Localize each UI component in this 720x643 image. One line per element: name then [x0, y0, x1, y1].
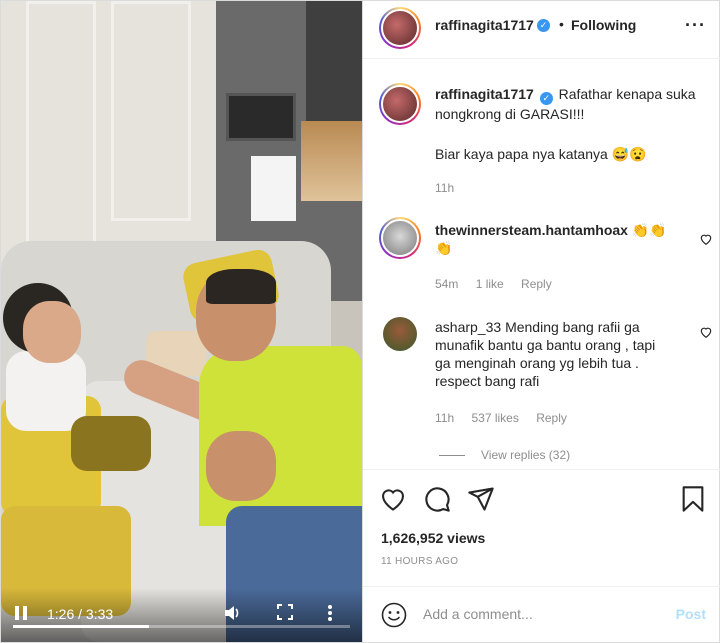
comment-line-4: respect bang rafi — [435, 373, 540, 389]
video-player[interactable]: 1:26 / 3:33 — [1, 1, 362, 642]
comment-input[interactable] — [423, 599, 653, 629]
author-avatar[interactable] — [379, 7, 421, 49]
emoji-icon[interactable] — [381, 602, 407, 628]
separator-dot: • — [559, 16, 564, 32]
comment-text: asharp_33 Mending bang rafii ga munafik … — [435, 318, 655, 390]
author-username[interactable]: raffinagita1717 — [435, 17, 534, 33]
post-comment-button[interactable]: Post — [676, 606, 706, 622]
view-replies-line — [439, 455, 465, 457]
more-options-icon[interactable]: ··· — [685, 15, 706, 36]
caption-text: raffinagita1717 ✓ Rafathar kenapa suka n… — [435, 85, 696, 123]
video-time: 1:26 / 3:33 — [47, 606, 114, 622]
heart-icon[interactable] — [379, 485, 407, 513]
reply-button[interactable]: Reply — [536, 411, 567, 425]
video-controls: 1:26 / 3:33 — [1, 588, 362, 642]
bookmark-icon[interactable] — [679, 485, 707, 513]
verified-badge-icon: ✓ — [537, 19, 550, 32]
comment-likes[interactable]: 537 likes — [471, 411, 518, 425]
view-replies-button[interactable]: View replies (32) — [439, 448, 570, 462]
video-progress-fill — [13, 625, 150, 628]
verified-badge-icon: ✓ — [539, 92, 553, 105]
comment-meta: 11h 537 likes Reply — [435, 411, 581, 425]
post-timestamp[interactable]: 11 HOURS AGO — [381, 556, 458, 567]
comment-avatar[interactable] — [383, 317, 417, 351]
caption-emoji: 😅😧 — [611, 146, 647, 162]
comment-line-1: Mending bang rafii ga — [505, 319, 640, 335]
caption-time: 11h — [435, 181, 455, 195]
comments-section: raffinagita1717 ✓ Rafathar kenapa suka n… — [363, 59, 720, 469]
comment-emoji: 👏👏 — [631, 222, 667, 238]
like-comment-heart-icon[interactable] — [699, 325, 713, 339]
video-progress-bar[interactable] — [13, 625, 350, 628]
post-header: raffinagita1717 ✓ • Following ··· — [363, 1, 720, 59]
comment-username[interactable]: asharp_33 — [435, 319, 501, 335]
caption-avatar[interactable] — [379, 83, 421, 125]
comment-emoji-2: 👏 — [435, 240, 453, 256]
view-count[interactable]: 1,626,952 views — [381, 530, 485, 546]
more-vertical-icon[interactable] — [327, 604, 333, 622]
volume-icon[interactable] — [223, 604, 241, 622]
following-button[interactable]: Following — [571, 17, 636, 33]
comment-time: 54m — [435, 277, 459, 291]
view-replies-label: View replies (32) — [481, 448, 571, 462]
comment-avatar[interactable] — [379, 217, 421, 259]
fullscreen-icon[interactable] — [277, 604, 293, 620]
comment-meta: 54m 1 like Reply — [435, 277, 566, 291]
pause-icon[interactable] — [15, 606, 27, 620]
comment-time: 11h — [435, 411, 455, 425]
caption-username[interactable]: raffinagita1717 — [435, 86, 534, 102]
add-comment-bar: Post — [363, 586, 720, 642]
caption-line-2: nongkrong di GARASI!!! — [435, 106, 585, 122]
caption-line-1: Rafathar kenapa suka — [558, 86, 696, 102]
share-icon[interactable] — [467, 485, 495, 513]
post-side-panel: raffinagita1717 ✓ • Following ··· raffin… — [362, 1, 720, 642]
caption-line-3: Biar kaya papa nya katanya 😅😧 — [435, 145, 647, 163]
caption-line-3-text: Biar kaya papa nya katanya — [435, 146, 608, 162]
post-actions: 1,626,952 views 11 HOURS AGO — [363, 469, 720, 579]
comment-line-2: munafik bantu ga bantu orang , tapi — [435, 337, 656, 353]
comment-icon[interactable] — [423, 485, 451, 513]
comment-line-3: ga menginah orang yg lebih tua . — [435, 355, 639, 371]
reply-button[interactable]: Reply — [521, 277, 552, 291]
comment-username[interactable]: thewinnersteam.hantamhoax — [435, 222, 628, 238]
comment-likes[interactable]: 1 like — [476, 277, 504, 291]
comment-text: thewinnersteam.hantamhoax 👏👏 👏 — [435, 221, 667, 257]
like-comment-heart-icon[interactable] — [699, 232, 713, 246]
